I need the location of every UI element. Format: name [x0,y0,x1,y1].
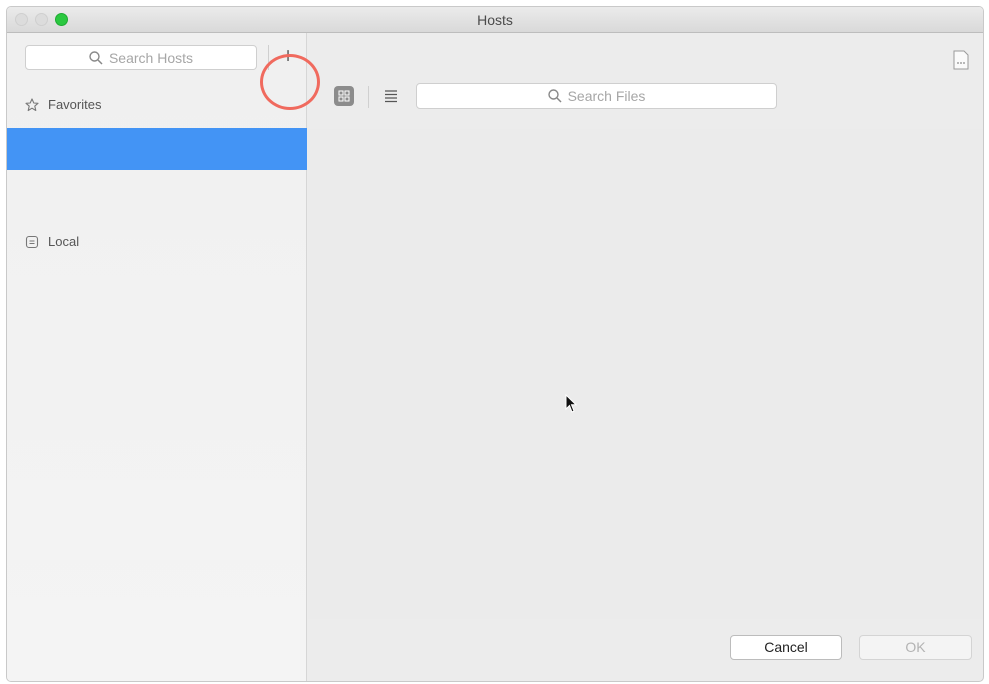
search-divider [268,45,269,70]
title-bar: Hosts [7,7,983,33]
cancel-button[interactable]: Cancel [730,635,842,660]
favorites-label: Favorites [48,97,102,112]
local-label: Local [48,234,80,249]
cursor-icon [565,394,578,413]
view-divider [368,86,369,108]
hosts-window: Hosts Search Hosts + Favorites Local Sea… [6,6,984,682]
favorites-section[interactable]: Favorites [25,97,101,112]
grid-view-button[interactable] [334,86,354,106]
file-browser: Search Files Cancel OK [308,33,983,681]
add-host-button[interactable]: + [275,44,301,70]
local-section[interactable]: Local [25,234,79,249]
search-icon [547,89,562,103]
file-info-icon[interactable] [953,50,969,70]
selected-host-row[interactable] [7,128,307,170]
drive-icon [25,235,39,248]
grid-view-icon [338,90,350,102]
search-hosts-field[interactable]: Search Hosts [25,45,257,70]
ok-button[interactable]: OK [859,635,972,660]
window-title: Hosts [477,12,513,28]
sidebar: Search Hosts + Favorites Local [7,33,320,681]
file-list-area[interactable] [308,129,983,619]
search-hosts-placeholder: Search Hosts [108,49,194,66]
search-icon [89,50,103,65]
search-files-field[interactable]: Search Files [416,83,777,109]
star-icon [25,97,39,111]
list-view-icon[interactable] [383,88,399,104]
search-files-placeholder: Search Files [567,88,646,104]
